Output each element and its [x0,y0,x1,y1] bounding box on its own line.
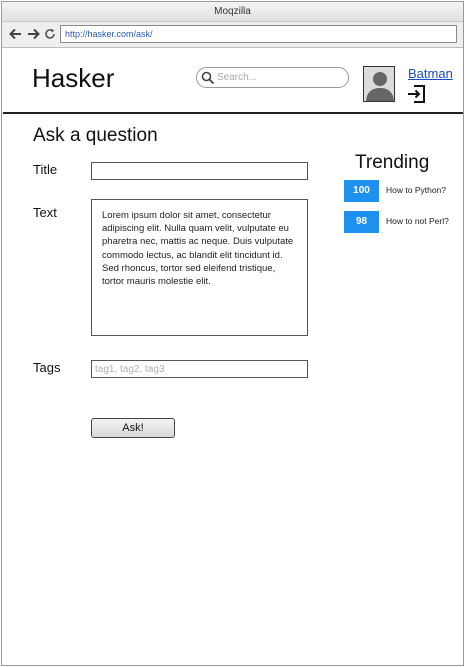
page-title: Ask a question [33,125,158,146]
window-title: Moqzilla [2,2,463,22]
logout-icon[interactable] [407,84,427,104]
search-icon [201,71,215,85]
title-label: Title [33,162,58,177]
trending-item[interactable]: 98 How to not Perl? [344,211,463,233]
trending-question-link[interactable]: How to not Perl? [386,216,449,226]
trending-question-link[interactable]: How to Python? [386,185,446,195]
tags-label: Tags [33,360,61,375]
browser-toolbar: http://hasker.com/ask/ [2,22,463,48]
trending-item[interactable]: 100 How to Python? [344,180,463,202]
reload-icon[interactable] [43,25,57,43]
vote-count-badge: 100 [344,180,379,202]
url-bar[interactable]: http://hasker.com/ask/ [60,25,457,43]
browser-window: Moqzilla http://hasker.com/ask/ Hasker B… [1,1,464,666]
ask-button[interactable]: Ask! [91,418,175,438]
back-arrow-icon[interactable] [8,25,22,43]
search-input[interactable] [217,70,342,85]
trending-title: Trending [355,152,430,173]
forward-arrow-icon[interactable] [26,25,40,43]
username-link[interactable]: Batman [408,66,453,81]
user-silhouette-icon [366,72,394,101]
tags-input[interactable] [91,360,308,378]
text-area[interactable]: Lorem ipsum dolor sit amet, consectetur … [91,199,308,336]
header-divider [3,112,463,114]
site-logo[interactable]: Hasker [32,63,114,94]
search-box[interactable] [196,67,349,88]
text-label: Text [33,205,57,220]
vote-count-badge: 98 [344,211,379,233]
avatar[interactable] [363,66,395,102]
title-input[interactable] [91,162,308,180]
